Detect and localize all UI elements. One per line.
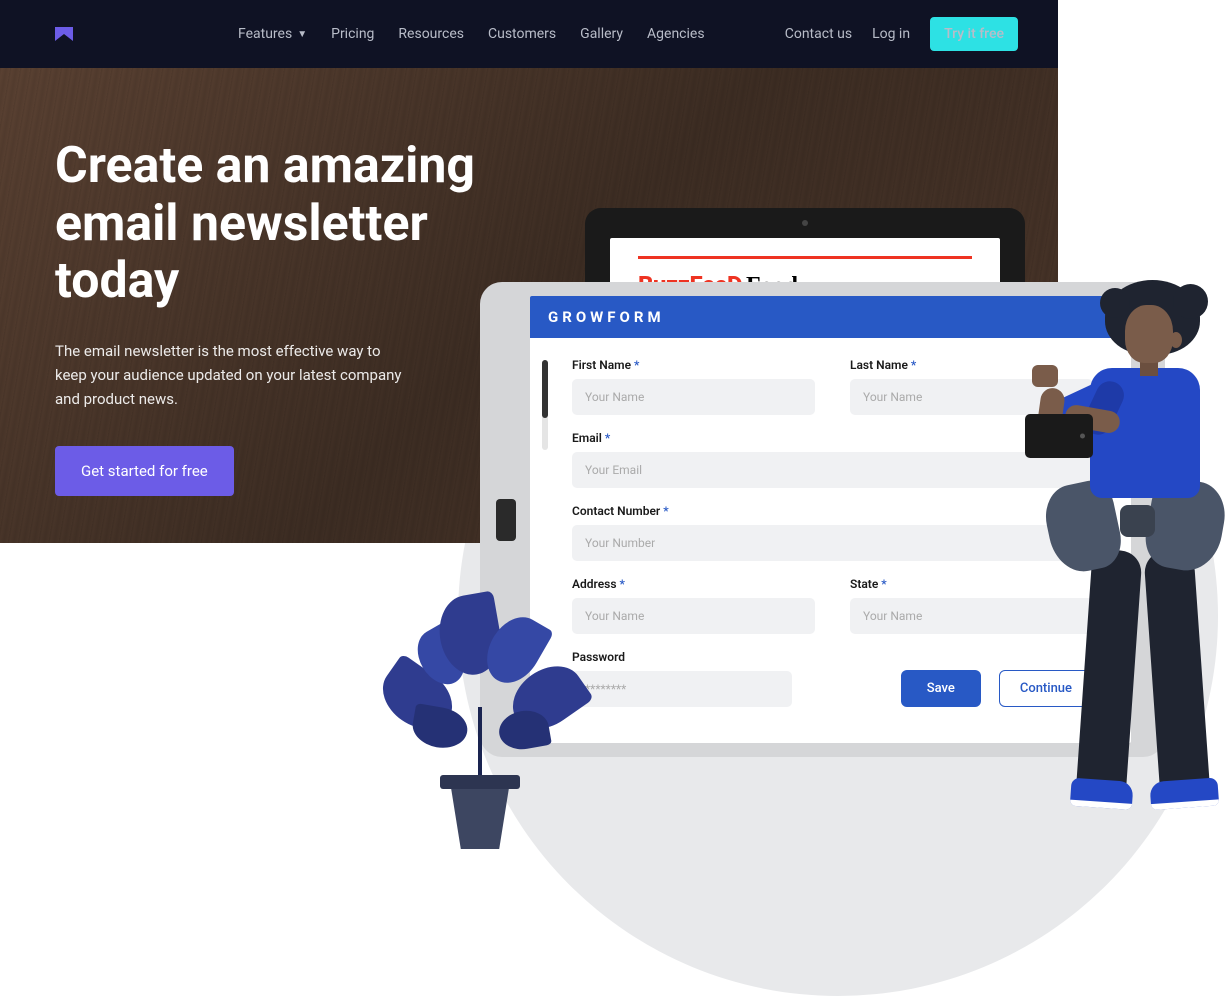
nav-agencies[interactable]: Agencies: [647, 26, 705, 42]
scrollbar-thumb[interactable]: [542, 360, 548, 418]
divider: [638, 256, 972, 259]
nav-pricing[interactable]: Pricing: [331, 26, 374, 42]
contact-label: Contact Number *: [572, 504, 1093, 518]
first-name-field: First Name *: [572, 358, 815, 415]
save-button[interactable]: Save: [901, 670, 981, 707]
plant-illustration: [390, 590, 570, 850]
tablet-home-button: [496, 499, 516, 541]
hero-title: Create an amazing email newsletter today: [55, 138, 505, 311]
contact-link[interactable]: Contact us: [785, 26, 852, 42]
password-input[interactable]: [572, 671, 792, 707]
main-header: Features▼ Pricing Resources Customers Ga…: [0, 0, 1058, 68]
nav-customers[interactable]: Customers: [488, 26, 556, 42]
address-field: Address *: [572, 577, 815, 634]
primary-nav: Features▼ Pricing Resources Customers Ga…: [238, 26, 705, 42]
email-input[interactable]: [572, 452, 1093, 488]
get-started-button[interactable]: Get started for free: [55, 446, 234, 496]
person-illustration: [1030, 280, 1226, 860]
password-field: Password: [572, 650, 792, 707]
login-link[interactable]: Log in: [872, 26, 910, 42]
first-name-input[interactable]: [572, 379, 815, 415]
logo-icon[interactable]: [55, 27, 73, 41]
chevron-down-icon: ▼: [297, 29, 307, 40]
email-field: Email *: [572, 431, 1093, 488]
nav-resources[interactable]: Resources: [398, 26, 464, 42]
address-label: Address *: [572, 577, 815, 591]
camera-icon: [802, 220, 808, 226]
nav-gallery[interactable]: Gallery: [580, 26, 623, 42]
contact-field: Contact Number *: [572, 504, 1093, 561]
held-tablet-icon: [1025, 414, 1093, 458]
address-input[interactable]: [572, 598, 815, 634]
scrollbar-track[interactable]: [542, 360, 548, 450]
email-label: Email *: [572, 431, 1093, 445]
password-label: Password: [572, 650, 792, 664]
try-free-button[interactable]: Try it free: [930, 17, 1018, 51]
contact-input[interactable]: [572, 525, 1093, 561]
first-name-label: First Name *: [572, 358, 815, 372]
hero-subtitle: The email newsletter is the most effecti…: [55, 339, 415, 411]
nav-features[interactable]: Features▼: [238, 26, 307, 42]
